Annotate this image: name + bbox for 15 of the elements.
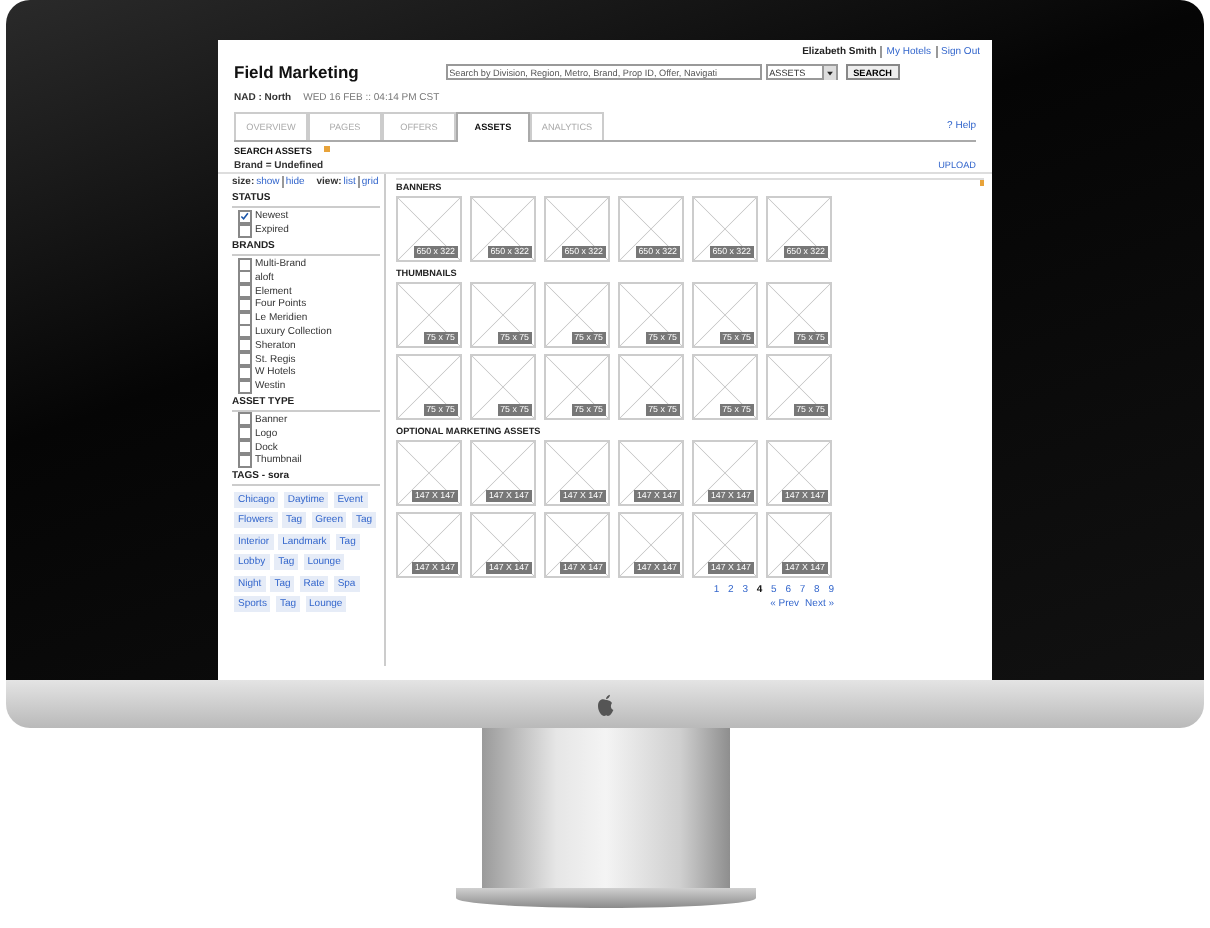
checkbox[interactable] bbox=[238, 257, 252, 271]
square-icon bbox=[323, 146, 330, 152]
checkbox[interactable] bbox=[238, 352, 252, 367]
checkbox[interactable] bbox=[238, 412, 252, 427]
checkbox[interactable] bbox=[238, 426, 252, 441]
checkbox[interactable] bbox=[238, 338, 252, 353]
checkbox[interactable] bbox=[238, 440, 252, 455]
caret-icon bbox=[821, 65, 836, 79]
square-icon bbox=[979, 180, 984, 185]
app-title: Field Marketing bbox=[234, 62, 359, 82]
logo-icon bbox=[595, 693, 615, 715]
checkbox[interactable] bbox=[238, 284, 252, 299]
checkbox[interactable] bbox=[238, 324, 252, 339]
checkbox[interactable] bbox=[238, 270, 252, 285]
checkbox[interactable] bbox=[238, 209, 252, 224]
